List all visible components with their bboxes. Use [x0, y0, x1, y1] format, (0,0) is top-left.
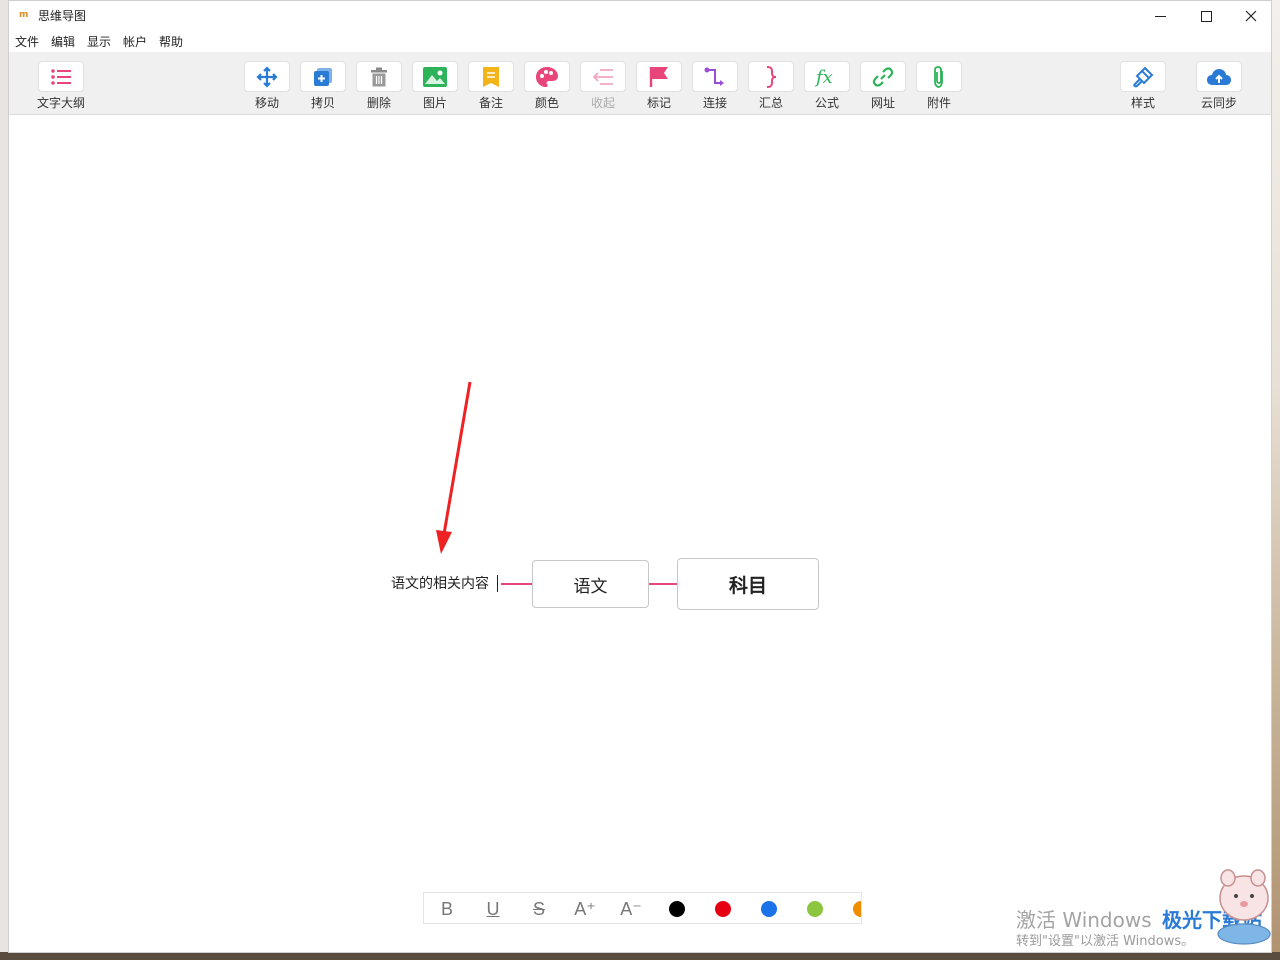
summary-label: 汇总	[758, 96, 783, 110]
format-bar: B U S A⁺ A⁻	[423, 892, 862, 924]
connector-line	[649, 583, 677, 585]
root-node[interactable]: 科目	[677, 558, 819, 610]
outline-label: 文字大纲	[36, 96, 85, 110]
cloud-upload-icon	[1196, 61, 1242, 92]
collapse-icon	[580, 61, 626, 92]
title-bar: m 思维导图	[9, 1, 1271, 31]
connector-line	[501, 583, 532, 585]
menu-bar: 文件 编辑 显示 帐户 帮助	[9, 32, 1271, 52]
style-label: 样式	[1130, 96, 1155, 110]
copy-button[interactable]: 拷贝	[295, 61, 351, 113]
color-button[interactable]: 颜色	[519, 61, 575, 113]
menu-help[interactable]: 帮助	[159, 34, 183, 50]
close-button[interactable]	[1228, 1, 1274, 31]
formula-button[interactable]: fx 公式	[799, 61, 855, 113]
menu-account[interactable]: 帐户	[123, 34, 147, 50]
attachment-label: 附件	[926, 96, 951, 110]
color-swatch-green[interactable]	[807, 901, 823, 917]
summary-icon	[748, 61, 794, 92]
menu-view[interactable]: 显示	[87, 34, 111, 50]
minimize-button[interactable]	[1137, 1, 1183, 31]
bold-button[interactable]: B	[432, 893, 462, 923]
flag-icon	[636, 61, 682, 92]
list-icon	[38, 61, 84, 92]
child-node[interactable]: 语文	[532, 560, 649, 608]
link-icon	[860, 61, 906, 92]
svg-text:fx: fx	[814, 67, 833, 88]
cloud-sync-button[interactable]: 云同步	[1191, 61, 1247, 113]
underline-button[interactable]: U	[478, 893, 508, 923]
trash-icon	[356, 61, 402, 92]
palette-icon	[524, 61, 570, 92]
copy-label: 拷贝	[310, 96, 335, 110]
style-button[interactable]: 样式	[1115, 61, 1171, 113]
image-icon	[412, 61, 458, 92]
connect-icon	[692, 61, 738, 92]
decrease-font-button[interactable]: A⁻	[614, 893, 648, 923]
move-button[interactable]: 移动	[239, 61, 295, 113]
desktop-right-edge	[1272, 0, 1280, 960]
delete-label: 删除	[366, 96, 391, 110]
color-swatch-orange[interactable]	[853, 901, 861, 917]
mascot-icon	[1217, 869, 1271, 945]
menu-edit[interactable]: 编辑	[51, 34, 75, 50]
minimize-icon	[1154, 15, 1166, 17]
increase-font-button[interactable]: A⁺	[568, 893, 602, 923]
app-window: m 思维导图 文件 编辑 显示 帐户 帮助 文字大纲 移动 拷贝 删除 图片 备…	[8, 0, 1272, 953]
connect-button[interactable]: 连接	[687, 61, 743, 113]
menu-file[interactable]: 文件	[15, 34, 39, 50]
move-label: 移动	[254, 96, 279, 110]
copy-icon	[300, 61, 346, 92]
app-logo-icon: m	[19, 10, 29, 20]
formula-label: 公式	[814, 96, 839, 110]
outline-button[interactable]: 文字大纲	[33, 61, 89, 113]
link-label: 网址	[870, 96, 895, 110]
flag-button[interactable]: 标记	[631, 61, 687, 113]
note-label: 备注	[478, 96, 503, 110]
summary-button[interactable]: 汇总	[743, 61, 799, 113]
formula-icon: fx	[804, 61, 850, 92]
note-icon	[468, 61, 514, 92]
flag-label: 标记	[646, 96, 671, 110]
close-icon	[1245, 10, 1257, 22]
collapse-label: 收起	[590, 96, 615, 110]
color-swatch-black[interactable]	[669, 901, 685, 917]
mindmap-canvas[interactable]: 科目 语文 语文的相关内容 B U S A⁺ A⁻	[9, 116, 1271, 952]
attachment-button[interactable]: 附件	[911, 61, 967, 113]
desktop-left-edge	[0, 0, 8, 960]
window-title: 思维导图	[38, 9, 87, 23]
image-label: 图片	[422, 96, 447, 110]
color-swatch-blue[interactable]	[761, 901, 777, 917]
maximize-button[interactable]	[1183, 1, 1229, 31]
connect-label: 连接	[702, 96, 727, 110]
delete-button[interactable]: 删除	[351, 61, 407, 113]
leaf-node-editing[interactable]: 语文的相关内容	[391, 574, 489, 594]
brush-icon	[1120, 61, 1166, 92]
text-caret	[497, 575, 498, 592]
link-button[interactable]: 网址	[855, 61, 911, 113]
activation-watermark: 激活 Windows	[1016, 908, 1152, 932]
image-button[interactable]: 图片	[407, 61, 463, 113]
move-icon	[244, 61, 290, 92]
color-label: 颜色	[534, 96, 559, 110]
toolbar: 文字大纲 移动 拷贝 删除 图片 备注 颜色 收起 标记 连接 汇总 fx 公式…	[9, 52, 1271, 115]
collapse-button[interactable]: 收起	[575, 61, 631, 113]
cloud-sync-label: 云同步	[1200, 96, 1237, 110]
note-button[interactable]: 备注	[463, 61, 519, 113]
activation-watermark-sub: 转到"设置"以激活 Windows。	[1016, 934, 1195, 949]
strikethrough-button[interactable]: S	[524, 893, 554, 923]
attachment-icon	[916, 61, 962, 92]
color-swatch-red[interactable]	[715, 901, 731, 917]
maximize-icon	[1200, 10, 1212, 22]
taskbar-edge	[0, 952, 1280, 960]
